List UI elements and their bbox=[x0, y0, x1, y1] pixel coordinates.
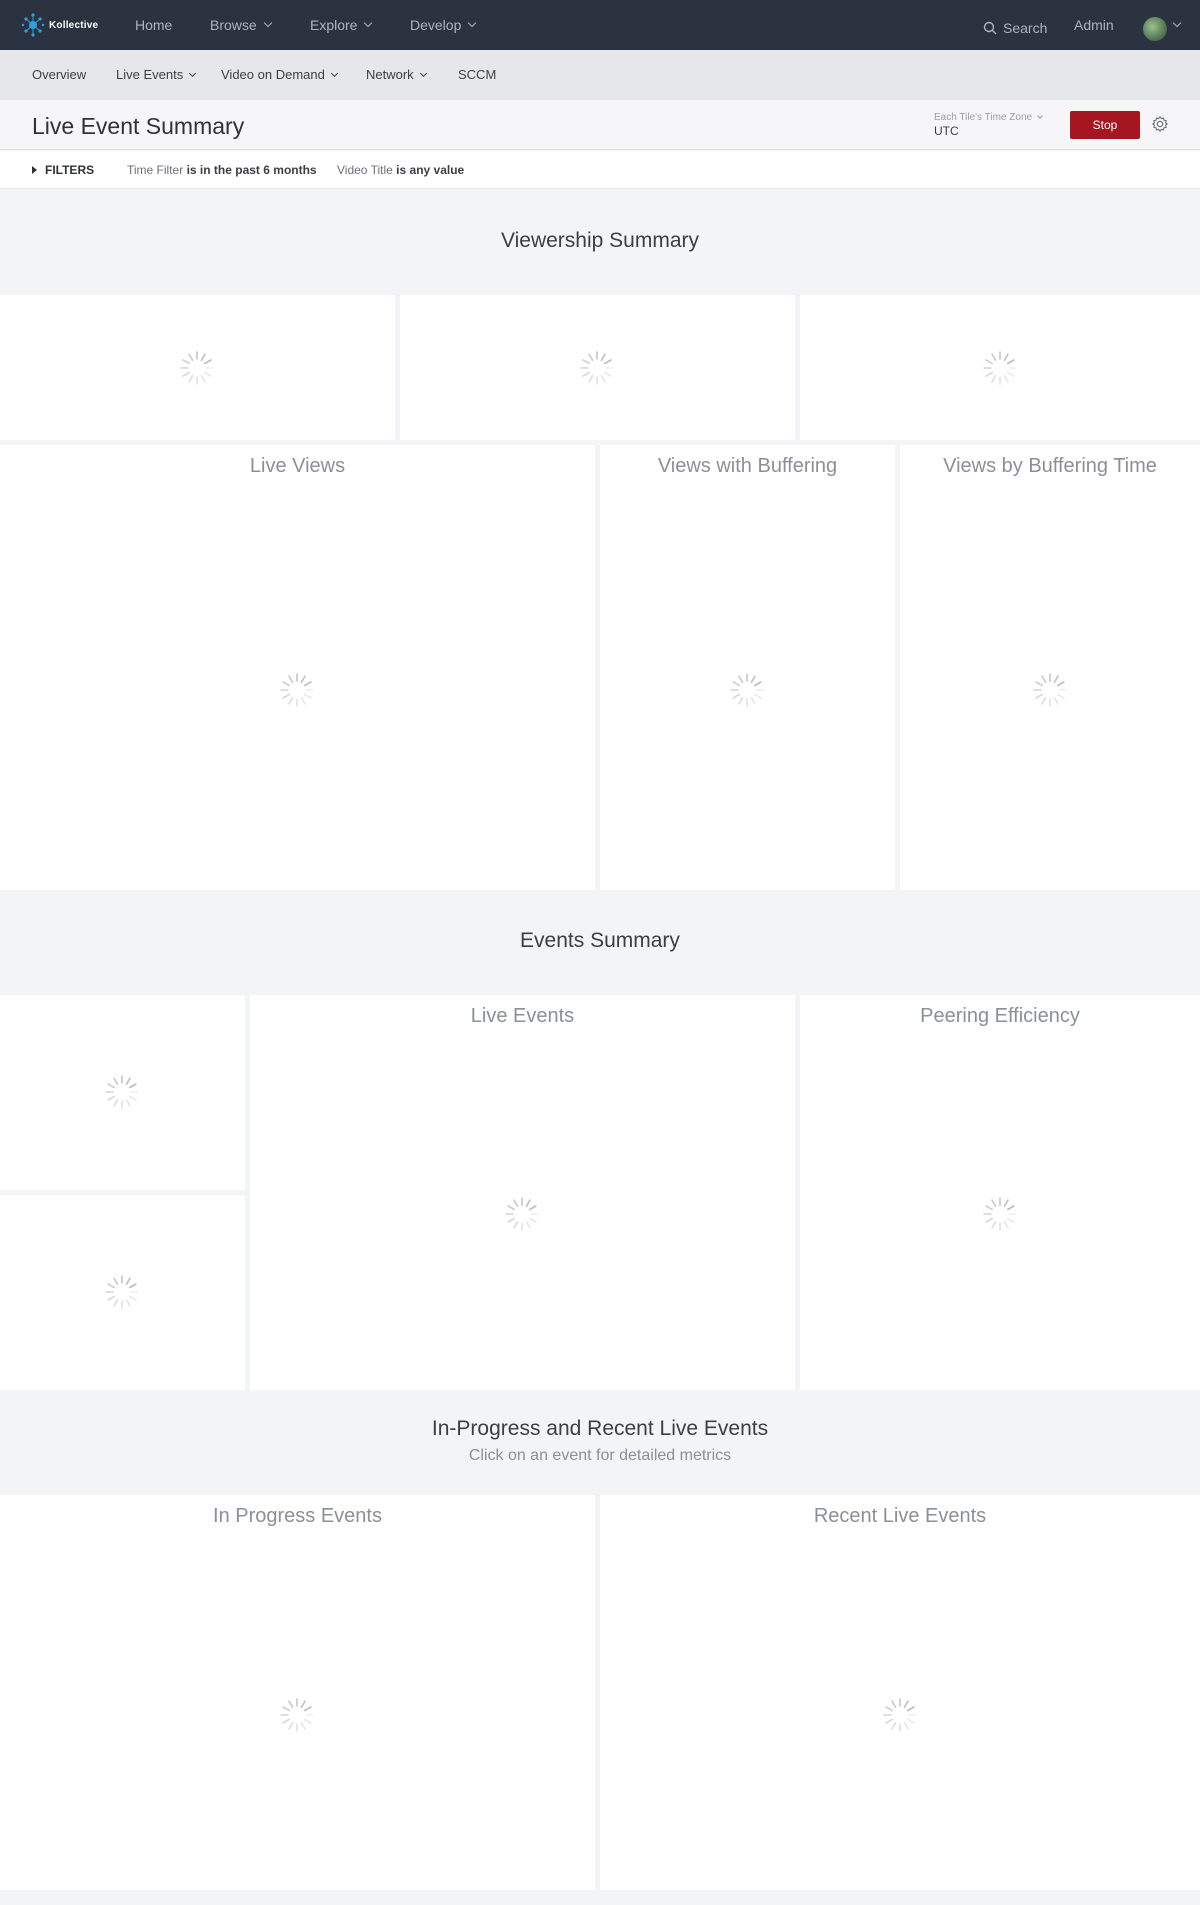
nav-explore[interactable]: Explore bbox=[310, 0, 373, 50]
chevron-down-icon bbox=[419, 69, 427, 78]
subnav-sccm-label: SCCM bbox=[458, 67, 497, 82]
subnav-network-label: Network bbox=[366, 67, 414, 82]
tile-title: Views by Buffering Time bbox=[943, 455, 1157, 477]
filter-video-title-field: Video Title bbox=[337, 163, 393, 177]
caret-right-icon bbox=[32, 166, 37, 174]
nav-develop[interactable]: Develop bbox=[410, 0, 477, 50]
kpi-tile-3[interactable] bbox=[800, 295, 1200, 440]
filter-video-title-condition: is any value bbox=[396, 163, 465, 177]
subnav-overview[interactable]: Overview bbox=[32, 50, 86, 100]
search-button[interactable]: Search bbox=[983, 0, 1047, 55]
tile-in-progress-events[interactable]: In Progress Events bbox=[0, 1495, 595, 1890]
chevron-down-icon bbox=[330, 69, 338, 78]
chevron-down-icon bbox=[189, 69, 197, 78]
timezone-selector[interactable]: Each Tile's Time Zone bbox=[934, 112, 1043, 123]
tile-views-with-buffering[interactable]: Views with Buffering bbox=[600, 445, 895, 890]
tile-title: Views with Buffering bbox=[657, 455, 838, 477]
tile-title: In Progress Events bbox=[213, 1505, 382, 1527]
sub-navigation-bar: Overview Live Events Video on Demand Net… bbox=[0, 50, 1200, 100]
spinner-icon bbox=[580, 351, 614, 385]
stop-button[interactable]: Stop bbox=[1070, 111, 1140, 139]
spinner-icon bbox=[180, 351, 214, 385]
tile-title: Live Views bbox=[249, 455, 346, 477]
chevron-down-icon bbox=[364, 18, 373, 28]
search-icon bbox=[983, 21, 997, 34]
search-label: Search bbox=[1003, 19, 1048, 36]
page-title: Live Event Summary bbox=[32, 113, 245, 139]
subnav-network[interactable]: Network bbox=[366, 50, 427, 100]
nav-home-label: Home bbox=[135, 16, 173, 33]
nav-admin-label: Admin bbox=[1074, 16, 1114, 33]
kpi-tile-2[interactable] bbox=[400, 295, 795, 440]
chevron-down-icon bbox=[1037, 113, 1043, 119]
avatar[interactable] bbox=[1143, 17, 1167, 41]
section-title-events: Events Summary bbox=[520, 929, 680, 952]
spinner-icon bbox=[1033, 673, 1067, 707]
timezone-label: Each Tile's Time Zone bbox=[934, 112, 1033, 123]
filters-bar: FILTERS Time Filter is in the past 6 mon… bbox=[0, 151, 1200, 189]
filter-time-field: Time Filter bbox=[127, 163, 184, 177]
filters-toggle[interactable]: FILTERS bbox=[32, 163, 94, 177]
tile-peering-efficiency[interactable]: Peering Efficiency bbox=[800, 995, 1200, 1390]
tile-live-views[interactable]: Live Views bbox=[0, 445, 595, 890]
spinner-icon bbox=[983, 1197, 1017, 1231]
chevron-down-icon bbox=[468, 18, 477, 28]
nav-browse-label: Browse bbox=[210, 16, 257, 33]
nav-browse[interactable]: Browse bbox=[210, 0, 272, 50]
tile-title: Live Events bbox=[470, 1005, 575, 1027]
tile-recent-live-events[interactable]: Recent Live Events bbox=[600, 1495, 1200, 1890]
tile-title: Peering Efficiency bbox=[920, 1005, 1080, 1027]
nav-develop-label: Develop bbox=[410, 16, 462, 33]
kollective-logo-icon bbox=[21, 13, 45, 37]
section-subtitle-recent: Click on an event for detailed metrics bbox=[468, 1447, 732, 1464]
filter-video-title[interactable]: Video Title is any value bbox=[337, 163, 464, 177]
nav-home[interactable]: Home bbox=[135, 0, 172, 50]
spinner-icon bbox=[280, 1698, 314, 1732]
subnav-video-on-demand[interactable]: Video on Demand bbox=[221, 50, 338, 100]
section-title-recent: In-Progress and Recent Live Events bbox=[431, 1417, 769, 1440]
kpi-tile-4[interactable] bbox=[0, 995, 245, 1190]
dashboard-header: Live Event Summary Each Tile's Time Zone… bbox=[0, 100, 1200, 150]
kollective-logo[interactable]: Kollective bbox=[21, 10, 98, 40]
subnav-live-events-label: Live Events bbox=[116, 67, 184, 82]
kpi-tile-5[interactable] bbox=[0, 1195, 245, 1390]
section-title-viewership: Viewership Summary bbox=[500, 229, 699, 252]
chevron-down-icon bbox=[263, 18, 272, 28]
gear-icon[interactable] bbox=[1151, 115, 1169, 133]
timezone-value[interactable]: UTC bbox=[934, 124, 959, 138]
filter-time[interactable]: Time Filter is in the past 6 months bbox=[127, 163, 317, 177]
kpi-tile-1[interactable] bbox=[0, 295, 395, 440]
filter-time-condition: is in the past 6 months bbox=[186, 163, 317, 177]
nav-explore-label: Explore bbox=[310, 16, 358, 33]
chevron-down-icon[interactable] bbox=[1172, 18, 1182, 28]
top-navigation-bar: Kollective Home Browse Explore Develop S… bbox=[0, 0, 1200, 50]
tile-title: Recent Live Events bbox=[813, 1505, 987, 1527]
subnav-sccm[interactable]: SCCM bbox=[458, 50, 496, 100]
filters-label: FILTERS bbox=[45, 163, 95, 177]
nav-admin[interactable]: Admin bbox=[1074, 0, 1114, 50]
subnav-live-events[interactable]: Live Events bbox=[116, 50, 197, 100]
spinner-icon bbox=[983, 351, 1017, 385]
tile-live-events[interactable]: Live Events bbox=[250, 995, 795, 1390]
tile-views-by-buffering-time[interactable]: Views by Buffering Time bbox=[900, 445, 1200, 890]
spinner-icon bbox=[730, 673, 764, 707]
spinner-icon bbox=[883, 1698, 917, 1732]
subnav-overview-label: Overview bbox=[32, 67, 87, 82]
spinner-icon bbox=[280, 673, 314, 707]
subnav-video-on-demand-label: Video on Demand bbox=[221, 67, 325, 82]
spinner-icon bbox=[505, 1197, 539, 1231]
spinner-icon bbox=[105, 1275, 139, 1309]
spinner-icon bbox=[105, 1075, 139, 1109]
brand-name: Kollective bbox=[49, 19, 99, 31]
